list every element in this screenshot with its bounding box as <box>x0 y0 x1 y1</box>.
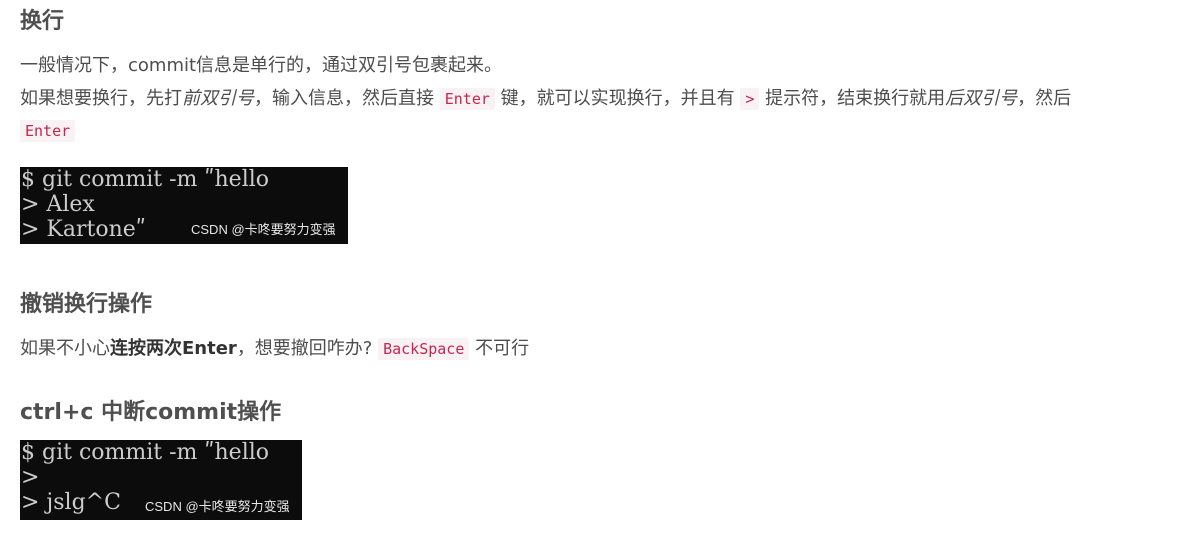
terminal-screenshot-interrupt: $ git commit -m ʺhello > > jslg^C CSDN @… <box>20 440 302 520</box>
text-segment: ，输入信息，然后直接 <box>254 88 440 109</box>
strong-double-enter: 连按两次Enter <box>110 338 237 359</box>
paragraph-intro: 一般情况下，commit信息是单行的，通过双引号包裹起来。 <box>20 55 503 76</box>
watermark: CSDN @卡咚要努力变强 <box>145 499 290 514</box>
paragraph-undo: 如果不小心连按两次Enter，想要撤回咋办? BackSpace 不可行 <box>20 333 529 365</box>
emphasis-close-quote: 后双引号 <box>945 88 1018 109</box>
text-segment: 提示符，结束换行就用 <box>759 88 946 109</box>
text-segment: ，想要撤回咋办? <box>236 338 379 359</box>
watermark: CSDN @卡咚要努力变强 <box>191 222 336 237</box>
text-segment: 如果不小心 <box>20 338 110 359</box>
terminal-line: $ git commit -m ʺhello <box>21 167 270 192</box>
terminal-screenshot-multiline: $ git commit -m ʺhello > Alex > Kartoneʺ… <box>20 167 348 244</box>
inline-code-enter-2: Enter <box>20 120 76 142</box>
emphasis-open-quote: 前双引号 <box>182 88 254 109</box>
paragraph-newline-instructions: 如果想要换行，先打前双引号，输入信息，然后直接 Enter 键，就可以实现换行，… <box>20 83 1185 147</box>
inline-code-enter: Enter <box>439 88 495 110</box>
text-segment: 键，就可以实现换行，并且有 <box>494 88 741 109</box>
section-heading-newline: 换行 <box>20 9 65 34</box>
section-heading-undo-newline: 撤销换行操作 <box>20 292 153 317</box>
inline-code-prompt: > <box>740 88 760 110</box>
text-segment: 如果想要换行，先打 <box>20 88 182 109</box>
text-segment: 不可行 <box>469 338 530 359</box>
terminal-line: $ git commit -m ʺhello <box>21 440 270 465</box>
text-segment: ，然后 <box>1017 88 1072 109</box>
terminal-line: > <box>21 465 40 490</box>
inline-code-backspace: BackSpace <box>378 338 470 360</box>
terminal-line: > Alex <box>21 192 95 217</box>
section-heading-ctrl-c: ctrl+c 中断commit操作 <box>20 400 282 425</box>
